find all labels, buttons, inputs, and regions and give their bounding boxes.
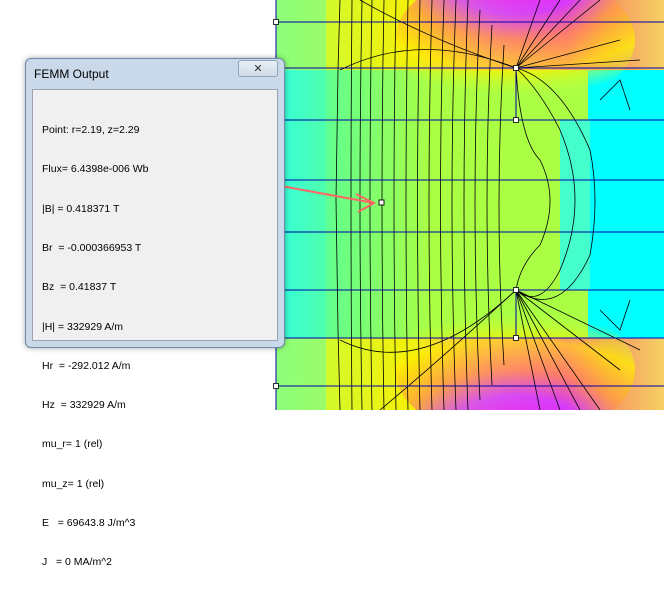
output-line-h-magnitude: |H| = 332929 A/m [42,320,124,333]
output-line-mu-z: mu_z= 1 (rel) [42,477,105,490]
output-line-mu-r: mu_r= 1 (rel) [42,438,103,451]
femm-output-window[interactable]: FEMM Output ✕ Point: r=2.19, z=2.29 Flux… [25,58,285,568]
output-text-area[interactable]: Point: r=2.19, z=2.29 Flux= 6.4398e-006 … [32,89,278,568]
output-line-point: Point: r=2.19, z=2.29 [42,124,140,137]
field-color-map [276,0,664,410]
output-line-bz: Bz = 0.41837 T [42,281,117,294]
output-line-hr: Hr = -292.012 A/m [42,359,131,372]
output-line-current-density: J = 0 MA/m^2 [42,556,112,569]
output-line-br: Br = -0.000366953 T [42,242,142,255]
output-line-flux: Flux= 6.4398e-006 Wb [42,163,149,176]
close-button[interactable]: ✕ [238,60,278,77]
output-line-hz: Hz = 332929 A/m [42,399,126,412]
output-line-energy: E = 69643.8 J/m^3 [42,517,136,529]
window-titlebar[interactable]: FEMM Output ✕ [26,59,284,87]
output-line-b-magnitude: |B| = 0.418371 T [42,202,120,215]
window-title: FEMM Output [34,67,109,81]
probe-point-marker[interactable] [378,199,385,206]
output-lines: Point: r=2.19, z=2.29 Flux= 6.4398e-006 … [42,98,149,596]
